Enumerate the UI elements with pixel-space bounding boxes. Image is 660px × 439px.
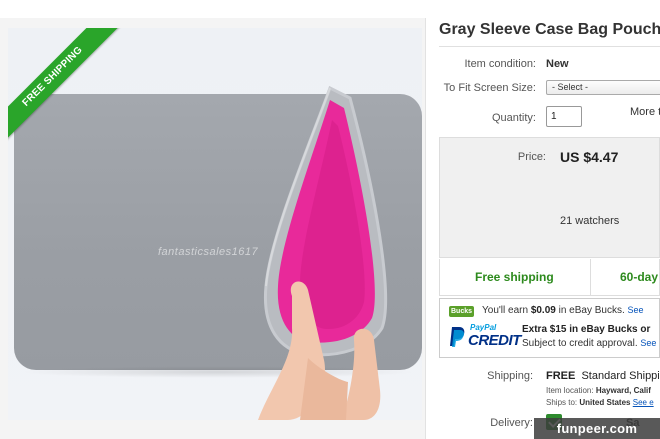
ships-to-value: United States xyxy=(579,398,631,407)
thumbnail-strip xyxy=(8,420,422,439)
credit-offer-text: Extra $15 in eBay Bucks or xyxy=(522,324,651,335)
price-box: Price: US $4.47 21 watchers xyxy=(439,137,660,258)
paypal-p-icon xyxy=(450,327,465,347)
title-divider xyxy=(439,46,660,47)
seller-watermark: fantasticsales1617 xyxy=(158,246,259,258)
ships-to-label: Ships to: xyxy=(546,398,578,407)
quantity-label: Quantity: xyxy=(491,112,536,124)
shipping-method: Standard Shippi xyxy=(581,370,660,382)
free-shipping-ribbon: FREE SHIPPING xyxy=(8,28,132,158)
free-shipping-ribbon-label: FREE SHIPPING xyxy=(8,28,121,145)
credit-approval-prefix: Subject to credit approval. xyxy=(522,338,638,349)
shipping-row-separator xyxy=(590,259,591,295)
item-location-value: Hayward, Calif xyxy=(595,386,651,395)
screen-size-select[interactable]: - Select - xyxy=(546,80,660,95)
ebay-bucks-icon: Bucks xyxy=(449,306,475,317)
quantity-input[interactable]: 1 xyxy=(546,106,582,127)
price-label: Price: xyxy=(517,151,546,163)
ships-to-see-link[interactable]: See e xyxy=(633,398,654,407)
shipping-free: FREE xyxy=(546,370,576,382)
credit-see-link[interactable]: See xyxy=(640,338,656,348)
bucks-see-link[interactable]: See xyxy=(628,305,644,315)
watchers-count: 21 watchers xyxy=(560,215,620,227)
returns-badge: 60-day xyxy=(620,270,659,284)
product-image-panel[interactable]: fantasticsales1617 FREE SHIPPING xyxy=(0,18,426,439)
more-than-available-text: More t xyxy=(630,106,660,118)
credit-wordmark: CREDIT xyxy=(468,332,521,349)
site-watermark: funpeer.com xyxy=(534,418,660,439)
item-condition-label: Item condition: xyxy=(464,58,536,70)
bucks-text-suffix: in eBay Bucks. xyxy=(555,305,625,316)
free-shipping-badge: Free shipping xyxy=(475,270,554,284)
screen-size-label: To Fit Screen Size: xyxy=(443,82,536,94)
listing-panel: Gray Sleeve Case Bag Pouch C Item condit… xyxy=(426,0,660,439)
bucks-text-prefix: You'll earn xyxy=(482,305,531,316)
shipping-value: FREE Standard Shippi xyxy=(546,370,660,382)
ships-to: Ships to: United States See e xyxy=(546,398,654,407)
price-value: US $4.47 xyxy=(560,149,619,165)
paypal-wordmark: PayPal xyxy=(470,323,497,332)
delivery-label: Delivery: xyxy=(490,417,533,429)
shipping-label: Shipping: xyxy=(487,370,533,382)
shipping-returns-row: Free shipping 60-day xyxy=(439,259,660,296)
paypal-credit-logo: PayPal CREDIT xyxy=(448,323,521,353)
credit-approval-text: Subject to credit approval. See xyxy=(522,338,656,349)
promotions-box: Bucks You'll earn $0.09 in eBay Bucks. S… xyxy=(439,298,660,358)
item-title: Gray Sleeve Case Bag Pouch C xyxy=(439,21,660,38)
item-location: Item location: Hayward, Calif xyxy=(546,386,651,395)
product-photo[interactable]: fantasticsales1617 FREE SHIPPING xyxy=(8,28,422,420)
item-condition-value: New xyxy=(546,58,569,70)
item-location-label: Item location: xyxy=(546,386,594,395)
bucks-amount: $0.09 xyxy=(530,305,556,316)
ebay-bucks-text: You'll earn $0.09 in eBay Bucks. See xyxy=(482,305,644,316)
